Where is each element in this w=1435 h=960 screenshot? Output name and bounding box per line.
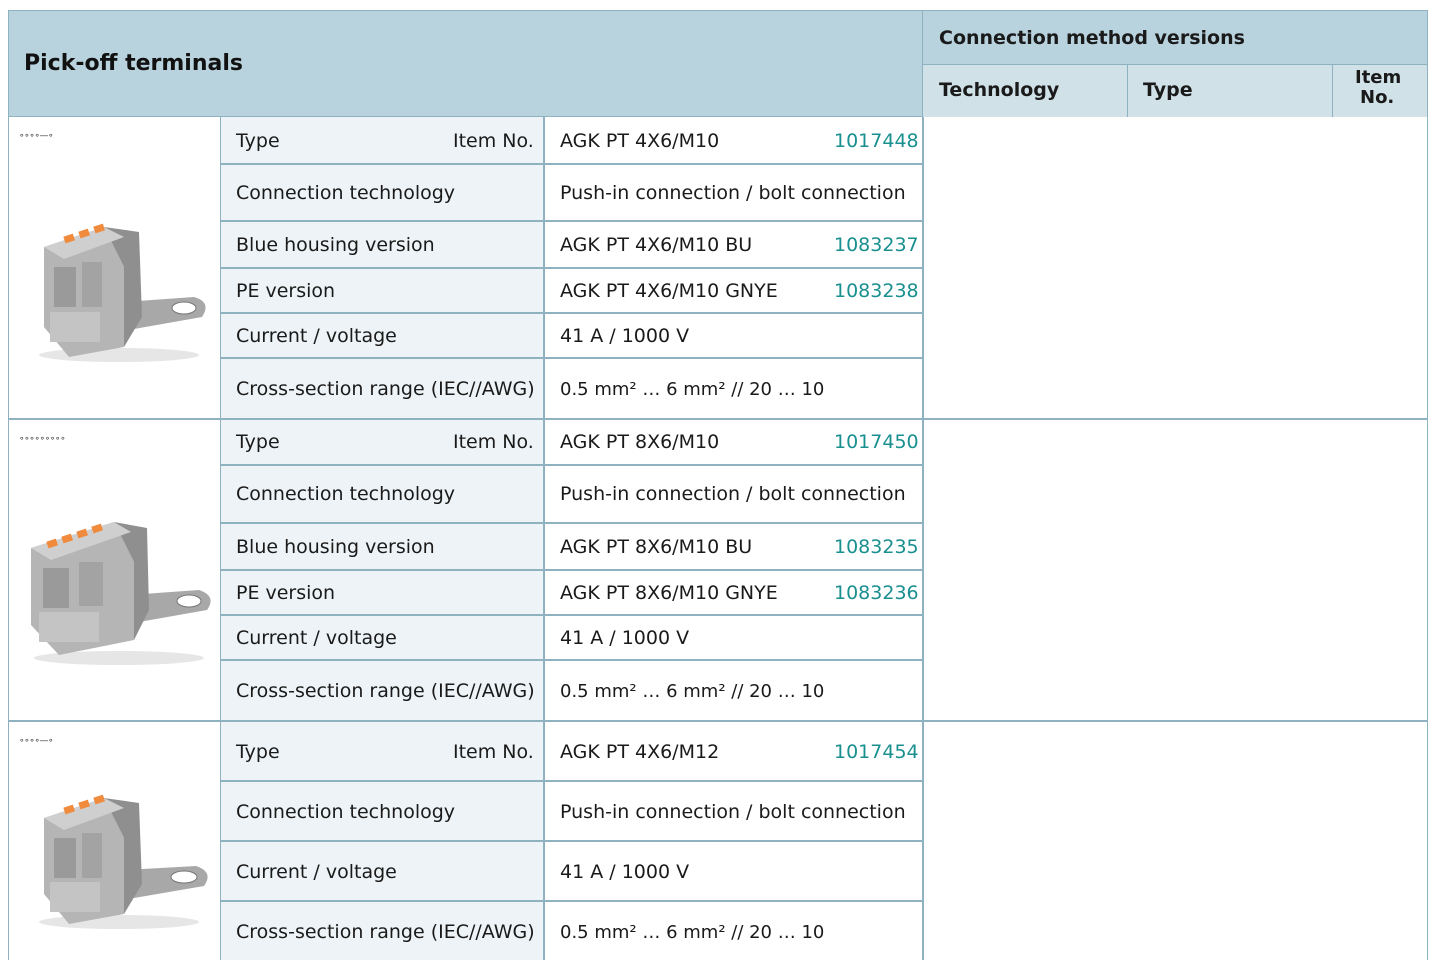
cross-section-label: Cross-section range (IEC//AWG) bbox=[236, 680, 535, 702]
item-number-link[interactable]: 1083237 bbox=[834, 234, 919, 256]
item-number-link[interactable]: 1083235 bbox=[834, 536, 919, 558]
type-value: AGK PT 8X6/M10 bbox=[560, 431, 720, 453]
cross-section-label: Cross-section range (IEC//AWG) bbox=[236, 378, 535, 400]
col-type-label: Type bbox=[1143, 79, 1193, 101]
cross-section-value: 0.5 mm² … 6 mm² // 20 … 10 bbox=[560, 379, 825, 400]
connection-method-cell bbox=[923, 722, 1428, 960]
terminal-block-image bbox=[31, 522, 211, 665]
terminal-block-image bbox=[39, 794, 208, 929]
table-row: Current / voltage 41 A / 1000 V bbox=[221, 616, 923, 661]
product-image-cell: ∘∘∘∘—∘ bbox=[8, 117, 221, 419]
table-row: Connection technology Push-in connection… bbox=[221, 466, 923, 524]
connection-methods-cell: Connection method versions bbox=[923, 11, 1427, 65]
product-image-cell: ∘∘∘∘∘∘∘∘∘ bbox=[8, 420, 221, 720]
connection-methods-label: Connection method versions bbox=[939, 27, 1245, 49]
col-header-type: Type bbox=[1128, 65, 1333, 117]
item-number-link[interactable]: 1083238 bbox=[834, 280, 919, 302]
item-number-link[interactable]: 1017454 bbox=[834, 741, 919, 763]
col-item-label-1: Item bbox=[1355, 67, 1402, 88]
connection-method-cell bbox=[923, 420, 1428, 720]
connection-technology-value: Push-in connection / bolt connection bbox=[560, 483, 906, 505]
table-row: Type Item No. AGK PT 4X6/M12 1017454 bbox=[221, 722, 923, 782]
type-label: Type bbox=[236, 431, 280, 453]
connection-technology-label: Connection technology bbox=[236, 801, 456, 823]
item-no-label: Item No. bbox=[453, 130, 534, 152]
connection-technology-label: Connection technology bbox=[236, 483, 456, 505]
pe-version-label: PE version bbox=[236, 582, 336, 604]
product-image-cell: ∘∘∘∘—∘ bbox=[8, 722, 221, 960]
table-row: Connection technology Push-in connection… bbox=[221, 782, 923, 842]
table-row: PE version AGK PT 4X6/M10 GNYE 1083238 bbox=[221, 269, 923, 314]
table-row: Blue housing version AGK PT 4X6/M10 BU 1… bbox=[221, 222, 923, 269]
type-label: Type bbox=[236, 741, 280, 763]
terminal-symbol: ∘∘∘∘—∘ bbox=[19, 736, 54, 746]
pe-version-value: AGK PT 4X6/M10 GNYE bbox=[560, 280, 778, 302]
current-voltage-label: Current / voltage bbox=[236, 325, 397, 347]
pe-version-label: PE version bbox=[236, 280, 336, 302]
table-row: Current / voltage 41 A / 1000 V bbox=[221, 842, 923, 902]
current-voltage-value: 41 A / 1000 V bbox=[560, 861, 690, 883]
table-header-title-cell: Pick-off terminals bbox=[8, 10, 923, 117]
pe-version-value: AGK PT 8X6/M10 GNYE bbox=[560, 582, 778, 604]
current-voltage-value: 41 A / 1000 V bbox=[560, 325, 690, 347]
table-row: Connection technology Push-in connection… bbox=[221, 165, 923, 222]
item-number-link[interactable]: 1083236 bbox=[834, 582, 919, 604]
col-header-technology: Technology bbox=[923, 65, 1128, 117]
current-voltage-label: Current / voltage bbox=[236, 861, 397, 883]
cross-section-value: 0.5 mm² … 6 mm² // 20 … 10 bbox=[560, 922, 825, 943]
type-value: AGK PT 4X6/M10 bbox=[560, 130, 720, 152]
col-technology-label: Technology bbox=[939, 79, 1060, 101]
table-row: Type Item No. AGK PT 8X6/M10 1017450 bbox=[221, 420, 923, 466]
cross-section-label: Cross-section range (IEC//AWG) bbox=[236, 921, 535, 943]
cross-section-value: 0.5 mm² … 6 mm² // 20 … 10 bbox=[560, 681, 825, 702]
terminal-symbol: ∘∘∘∘∘∘∘∘∘ bbox=[19, 434, 66, 444]
connection-method-cell bbox=[923, 117, 1428, 419]
table-row: Cross-section range (IEC//AWG) 0.5 mm² …… bbox=[221, 902, 923, 960]
item-number-link[interactable]: 1017450 bbox=[834, 431, 919, 453]
table-row: Current / voltage 41 A / 1000 V bbox=[221, 314, 923, 359]
item-no-label: Item No. bbox=[453, 431, 534, 453]
blue-housing-value: AGK PT 8X6/M10 BU bbox=[560, 536, 753, 558]
type-label: Type bbox=[236, 130, 280, 152]
type-value: AGK PT 4X6/M12 bbox=[560, 741, 720, 763]
item-number-link[interactable]: 1017448 bbox=[834, 130, 919, 152]
blue-housing-value: AGK PT 4X6/M10 BU bbox=[560, 234, 753, 256]
col-header-item-no: Item No. bbox=[1333, 65, 1427, 117]
table-row: Cross-section range (IEC//AWG) 0.5 mm² …… bbox=[221, 661, 923, 720]
table-row: Blue housing version AGK PT 8X6/M10 BU 1… bbox=[221, 524, 923, 571]
col-item-label-2: No. bbox=[1360, 87, 1395, 108]
table-row: Type Item No. AGK PT 4X6/M10 1017448 bbox=[221, 117, 923, 165]
connection-technology-label: Connection technology bbox=[236, 182, 456, 204]
connection-methods-header: Connection method versions Technology Ty… bbox=[923, 10, 1428, 117]
table-row: PE version AGK PT 8X6/M10 GNYE 1083236 bbox=[221, 571, 923, 616]
current-voltage-label: Current / voltage bbox=[236, 627, 397, 649]
blue-housing-label: Blue housing version bbox=[236, 536, 435, 558]
item-no-label: Item No. bbox=[453, 741, 534, 763]
blue-housing-label: Blue housing version bbox=[236, 234, 435, 256]
table-row: Cross-section range (IEC//AWG) 0.5 mm² …… bbox=[221, 359, 923, 419]
terminal-symbol: ∘∘∘∘—∘ bbox=[19, 131, 54, 141]
connection-technology-value: Push-in connection / bolt connection bbox=[560, 801, 906, 823]
page-title: Pick-off terminals bbox=[24, 51, 243, 76]
current-voltage-value: 41 A / 1000 V bbox=[560, 627, 690, 649]
connection-technology-value: Push-in connection / bolt connection bbox=[560, 182, 906, 204]
terminal-block-image bbox=[39, 223, 206, 362]
